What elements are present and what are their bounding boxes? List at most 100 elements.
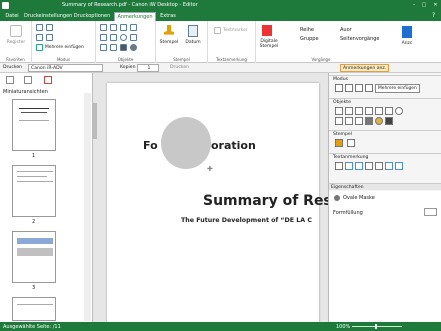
- hand-tool-icon[interactable]: [36, 34, 43, 41]
- quick-access-icons[interactable]: [12, 2, 52, 9]
- rp-oval-mask-icon[interactable]: [375, 117, 383, 125]
- rp-select-icon[interactable]: [335, 84, 343, 92]
- zoom-slider[interactable]: [352, 326, 402, 327]
- rect-mask-icon[interactable]: [120, 44, 127, 51]
- rp-text-note-6-icon[interactable]: [385, 162, 393, 170]
- ribbon: Register Favoriten Mehrere einfügen Modu…: [0, 21, 441, 63]
- panel-tab-bookmarks[interactable]: [24, 76, 32, 84]
- rp-text-note-3-icon[interactable]: [355, 162, 363, 170]
- printer-select[interactable]: Canon iR-ADV: [28, 64, 103, 72]
- section-textanmerkung[interactable]: Textanmerkung: [329, 153, 441, 160]
- rp-marker-icon[interactable]: [355, 117, 363, 125]
- text-select-icon[interactable]: [46, 24, 53, 31]
- rp-polygon-icon[interactable]: [345, 117, 353, 125]
- section-modus[interactable]: Modus: [329, 75, 441, 82]
- textmarker-icon[interactable]: [214, 27, 221, 34]
- rp-text-note-1-icon[interactable]: [335, 162, 343, 170]
- document-view: Fo oration ✚ Summary of Rese The Future …: [93, 73, 341, 322]
- panel-tab-annotations[interactable]: [44, 76, 52, 84]
- oval-mask-icon[interactable]: [130, 44, 137, 51]
- rectangle-tool-icon[interactable]: [110, 34, 117, 41]
- kopien-input[interactable]: 1: [137, 64, 159, 72]
- line-tool-icon[interactable]: [130, 24, 137, 31]
- rp-zoom-icon[interactable]: [355, 84, 363, 92]
- zoom-slider-thumb[interactable]: [375, 324, 377, 329]
- rp-date-stamp-icon[interactable]: [347, 139, 355, 147]
- group-objekte: Objekte: [96, 21, 156, 63]
- rp-rect-fill-icon[interactable]: [365, 117, 373, 125]
- rp-hand-icon[interactable]: [345, 84, 353, 92]
- polygon-tool-icon[interactable]: [130, 34, 137, 41]
- help-icon[interactable]: ?: [432, 12, 435, 19]
- rp-text-select-icon[interactable]: [365, 84, 373, 92]
- oval-mask-shape[interactable]: [161, 117, 211, 169]
- tab-datei[interactable]: Datei: [3, 12, 21, 21]
- view-mode-icons[interactable]: [406, 324, 438, 329]
- auor-button[interactable]: Auor: [340, 27, 352, 33]
- rp-text-note-2-icon[interactable]: [345, 162, 353, 170]
- rp-oval-icon[interactable]: [395, 107, 403, 115]
- rp-text-note-7-icon[interactable]: [395, 162, 403, 170]
- section-objekte[interactable]: Objekte: [329, 98, 441, 105]
- gruppe-button[interactable]: Gruppe: [300, 36, 319, 42]
- section-stempel[interactable]: Stempel: [329, 130, 441, 137]
- rp-textbox-icon[interactable]: [355, 107, 363, 115]
- mehrere-einfuegen-icon[interactable]: [36, 44, 43, 51]
- mehrere-einfuegen-button[interactable]: Mehrere einfügen: [45, 45, 84, 50]
- zoom-value[interactable]: 100%: [336, 324, 350, 330]
- stempel-button[interactable]: Stempel: [158, 40, 180, 45]
- arrow-line-icon[interactable]: [120, 24, 127, 31]
- pen-tool-icon[interactable]: [100, 34, 107, 41]
- close-button[interactable]: ✕: [431, 1, 440, 10]
- ribbon-tab-bar: Datei Druckeinstellungen Druckoptionen A…: [0, 11, 441, 21]
- maximize-button[interactable]: □: [420, 1, 428, 10]
- rp-pen-icon[interactable]: [335, 107, 343, 115]
- group-label-modus: Modus: [56, 57, 71, 62]
- thumbnail-page-2[interactable]: [12, 165, 56, 217]
- highlighter-icon[interactable]: [100, 44, 107, 51]
- date-stamp-icon: [188, 25, 198, 37]
- anzeige-button[interactable]: Anzc: [394, 41, 420, 46]
- rp-text-icon[interactable]: [345, 107, 353, 115]
- minimize-button[interactable]: –: [410, 1, 418, 10]
- textmarker-button[interactable]: Textmarker: [223, 28, 248, 33]
- thumbnail-label-2: 2: [32, 219, 36, 225]
- formfuellung-button[interactable]: [424, 208, 437, 216]
- tab-druckeinstellungen[interactable]: Druckeinstellungen: [24, 12, 72, 21]
- thumbnail-page-1[interactable]: [12, 99, 56, 151]
- rp-rect-icon[interactable]: [385, 107, 393, 115]
- left-scroll-indicator[interactable]: [93, 103, 97, 139]
- ellipse-tool-icon[interactable]: [120, 34, 127, 41]
- rp-highlighter-icon[interactable]: [335, 117, 343, 125]
- thumbnail-page-3[interactable]: [12, 231, 56, 283]
- oval-mask-icon: [334, 195, 340, 201]
- register-button[interactable]: Register: [0, 40, 32, 45]
- panel-tab-thumbnails[interactable]: [6, 76, 14, 84]
- datum-button[interactable]: Datum: [182, 40, 204, 45]
- text-box-icon[interactable]: [110, 24, 117, 31]
- tab-extras[interactable]: Extras: [159, 12, 177, 21]
- tab-druckoptionen[interactable]: Druckoptionen: [73, 12, 111, 21]
- ovale-maske-label: Ovale Maske: [343, 195, 375, 201]
- zoom-tool-icon[interactable]: [46, 34, 53, 41]
- thumbnail-scrollbar[interactable]: [84, 93, 91, 321]
- select-tool-icon[interactable]: [36, 24, 43, 31]
- rp-arrow-icon[interactable]: [365, 107, 373, 115]
- reihe-button[interactable]: Reihe: [300, 27, 314, 33]
- kopien-label: Kopien: [120, 65, 136, 70]
- rp-mehrere-einfuegen-button[interactable]: Mehrere einfügen: [375, 84, 420, 93]
- rp-line-icon[interactable]: [375, 107, 383, 115]
- drucken-button[interactable]: Drucken: [170, 64, 189, 72]
- window-title: Summary of Research.pdf - Canon iW Deskt…: [62, 2, 198, 8]
- thumbnail-page-4[interactable]: [12, 297, 56, 321]
- rp-text-note-5-icon[interactable]: [375, 162, 383, 170]
- rp-text-note-4-icon[interactable]: [365, 162, 373, 170]
- rp-rect-mask-icon[interactable]: [385, 117, 393, 125]
- rp-stamp-icon[interactable]: [335, 139, 343, 147]
- anmerkungen-anz-toggle[interactable]: Anmerkungen anz.: [340, 64, 390, 72]
- tab-anmerkungen[interactable]: Anmerkungen: [114, 12, 156, 21]
- text-tool-icon[interactable]: [100, 24, 107, 31]
- digitale-stempel-button[interactable]: Digitale Stempel: [256, 39, 282, 49]
- marker-icon[interactable]: [110, 44, 117, 51]
- seitenvorgaenge-button[interactable]: Seitenvorgänge: [340, 36, 380, 42]
